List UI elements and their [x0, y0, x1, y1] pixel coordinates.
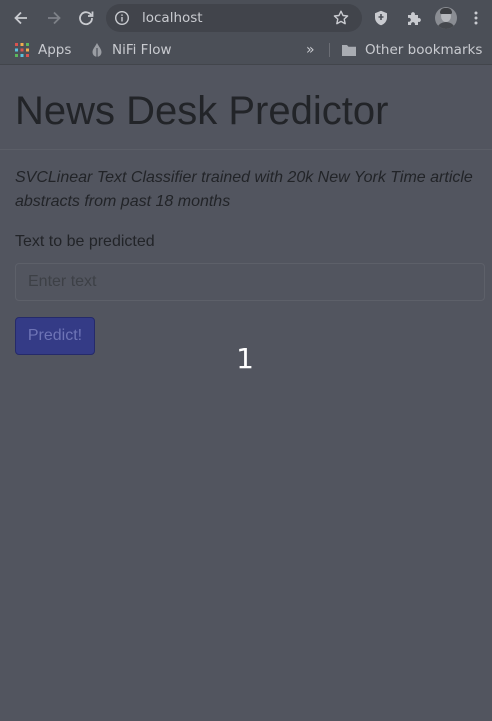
browser-window: localhost Apps NiFi Flow » Other bookmar… — [0, 0, 492, 721]
bookmarks-divider — [329, 43, 330, 57]
bookmark-nifi-flow[interactable]: NiFi Flow — [90, 36, 172, 64]
shield-extension-icon[interactable] — [369, 6, 393, 30]
star-icon[interactable] — [332, 9, 350, 27]
page-title: News Desk Predictor — [15, 89, 389, 133]
title-divider — [0, 149, 492, 150]
info-icon[interactable] — [114, 10, 130, 26]
model-description: SVCLinear Text Classifier trained with 2… — [15, 169, 473, 210]
back-arrow-icon[interactable] — [9, 6, 33, 30]
bookmark-label: Apps — [38, 42, 72, 58]
bookmarks-overflow-button[interactable]: » — [306, 36, 315, 64]
reload-icon[interactable] — [74, 6, 98, 30]
bookmark-apps[interactable]: Apps — [14, 36, 71, 64]
forward-arrow-icon[interactable] — [42, 6, 66, 30]
page-content: News Desk Predictor SVCLinear Text Class… — [0, 65, 492, 721]
bookmarks-bar: Apps NiFi Flow » Other bookmarks — [0, 36, 492, 65]
nifi-drop-icon — [90, 42, 104, 58]
input-label: Text to be predicted — [15, 233, 155, 250]
folder-icon — [341, 43, 357, 57]
other-bookmarks-label: Other bookmarks — [365, 42, 483, 58]
profile-avatar[interactable] — [435, 7, 457, 29]
puzzle-extension-icon[interactable] — [402, 6, 426, 30]
url-text: localhost — [142, 10, 203, 26]
bookmark-label: NiFi Flow — [112, 42, 172, 58]
overlay-number: 1 — [236, 342, 254, 375]
text-to-predict-input[interactable] — [15, 263, 485, 301]
apps-grid-icon — [14, 42, 30, 58]
address-bar[interactable]: localhost — [106, 4, 362, 32]
browser-toolbar: localhost — [0, 0, 492, 36]
other-bookmarks-folder[interactable]: Other bookmarks — [341, 36, 482, 64]
menu-kebab-icon[interactable] — [464, 6, 488, 30]
